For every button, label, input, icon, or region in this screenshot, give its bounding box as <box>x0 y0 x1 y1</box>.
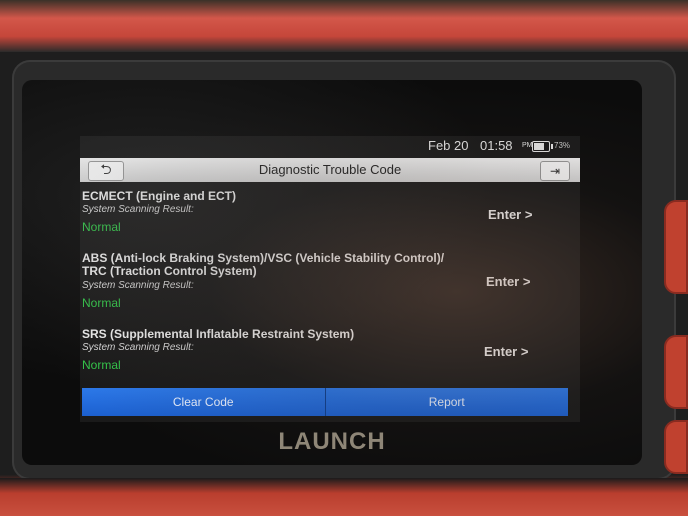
enter-button-srs[interactable]: Enter > <box>484 344 528 359</box>
result-value: Normal <box>82 358 121 372</box>
system-row-srs: SRS (Supplemental Inflatable Restraint S… <box>80 328 580 380</box>
footer-action-bar: Clear Code Report <box>82 388 568 416</box>
battery-icon <box>532 141 553 152</box>
result-label: System Scanning Result: <box>82 204 194 215</box>
status-ampm: PM <box>522 142 533 149</box>
enter-button-abs[interactable]: Enter > <box>486 274 530 289</box>
page-title: Diagnostic Trouble Code <box>258 162 402 177</box>
status-time: 01:58 <box>480 138 513 153</box>
result-label: System Scanning Result: <box>82 280 194 291</box>
device-screen: Feb 20 01:58 PM 73% Diagnostic Trouble C… <box>22 80 642 465</box>
system-row-ecmect: ECMECT (Engine and ECT) System Scanning … <box>80 190 580 242</box>
system-name: SRS (Supplemental Inflatable Restraint S… <box>82 327 355 341</box>
side-button[interactable] <box>664 200 688 294</box>
system-name: ECMECT (Engine and ECT) <box>82 189 236 203</box>
side-button[interactable] <box>664 335 688 409</box>
status-battery: 73% <box>554 141 571 150</box>
result-value: Normal <box>82 296 121 310</box>
system-name-line2: TRC (Traction Control System) <box>82 264 257 278</box>
clear-code-button[interactable]: Clear Code <box>82 388 325 416</box>
result-value: Normal <box>82 220 121 234</box>
status-bar: Feb 20 01:58 PM 73% <box>80 136 580 156</box>
side-button[interactable] <box>664 420 688 474</box>
app-window: Feb 20 01:58 PM 73% Diagnostic Trouble C… <box>80 136 580 422</box>
back-button[interactable]: ⮌ <box>88 161 124 181</box>
title-bar: Diagnostic Trouble Code ⮌ ⇥ <box>80 158 580 182</box>
back-arrow-icon: ⮌ <box>100 161 112 177</box>
brand-logo: LAUNCH <box>278 428 386 455</box>
exit-button[interactable]: ⇥ <box>540 161 570 181</box>
exit-icon: ⇥ <box>549 164 561 178</box>
system-row-abs: ABS (Anti-lock Braking System)/VSC (Vehi… <box>80 252 580 316</box>
result-label: System Scanning Result: <box>82 342 194 353</box>
device-top-edge <box>0 0 688 52</box>
status-date: Feb 20 <box>428 138 469 153</box>
enter-button-ecmect[interactable]: Enter > <box>488 207 532 222</box>
device-bottom-edge <box>0 478 688 516</box>
report-button[interactable]: Report <box>324 388 568 416</box>
